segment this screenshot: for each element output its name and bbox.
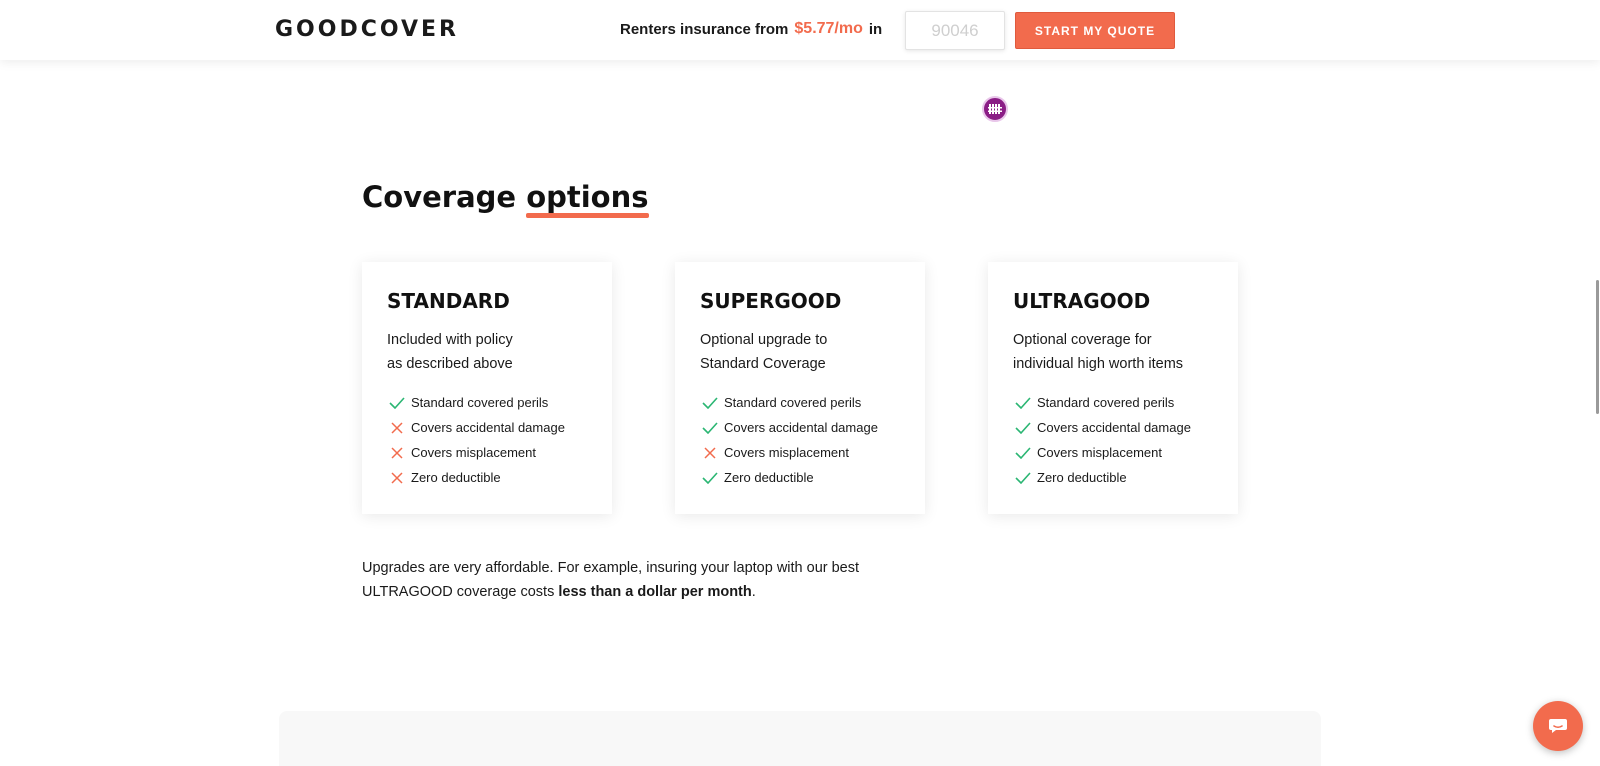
chat-icon [1549,719,1567,733]
coverage-card-supergood: SUPERGOOD Optional upgrade to Standard C… [675,262,925,514]
feature-label: Zero deductible [411,470,501,485]
next-section-panel [279,711,1321,766]
upgrade-note: Upgrades are very affordable. For exampl… [362,556,922,604]
card-desc-line: Optional coverage for [1013,332,1152,348]
promo-in: in [868,20,883,38]
note-line2-bold: less than a dollar per month [558,584,752,600]
feature-item: Covers accidental damage [1013,415,1191,440]
cross-icon [387,420,407,436]
feature-item: Covers misplacement [700,440,878,465]
section-title-main: Coverage [362,180,517,214]
feature-item: Covers accidental damage [700,415,878,440]
feature-list: Standard covered perils Covers accidental… [700,390,878,490]
fence-icon-glyph [988,104,1002,114]
check-icon [1013,395,1033,411]
feature-label: Covers accidental damage [411,420,565,435]
cross-icon [387,445,407,461]
card-title: SUPERGOOD [700,289,842,313]
cross-icon [387,470,407,486]
check-icon [1013,420,1033,436]
feature-label: Zero deductible [1037,470,1127,485]
feature-label: Zero deductible [724,470,814,485]
feature-item: Covers accidental damage [387,415,565,440]
scrollbar-thumb[interactable] [1596,280,1599,414]
fence-icon[interactable] [982,96,1008,122]
feature-item: Standard covered perils [1013,390,1191,415]
feature-item: Zero deductible [700,465,878,490]
feature-label: Standard covered perils [1037,395,1175,410]
card-desc-line: individual high worth items [1013,356,1184,372]
note-line2-suffix: . [751,584,756,600]
section-title: Coverage options [362,180,649,218]
feature-item: Standard covered perils [387,390,565,415]
check-icon [700,395,720,411]
feature-item: Zero deductible [387,465,565,490]
note-line2-prefix: ULTRAGOOD coverage costs [362,584,559,600]
check-icon [387,395,407,411]
card-desc-line: as described above [387,356,513,372]
feature-label: Covers misplacement [724,445,849,460]
coverage-card-ultragood: ULTRAGOOD Optional coverage for individu… [988,262,1238,514]
card-description: Included with policy as described above [387,328,597,376]
feature-label: Covers accidental damage [1037,420,1191,435]
feature-item: Zero deductible [1013,465,1191,490]
chat-button[interactable] [1533,701,1583,751]
goodcover-logo[interactable]: GOODCOVER [275,17,459,42]
card-desc-line: Included with policy [387,332,513,348]
feature-item: Covers misplacement [387,440,565,465]
feature-list: Standard covered perils Covers accidental… [1013,390,1191,490]
promo-price: $5.77/mo [794,20,863,37]
start-quote-button[interactable]: START MY QUOTE [1015,12,1175,49]
section-title-accent: options [526,180,649,218]
feature-label: Covers misplacement [411,445,536,460]
card-desc-line: Optional upgrade to [700,332,828,348]
feature-label: Standard covered perils [411,395,549,410]
cross-icon [700,445,720,461]
feature-label: Standard covered perils [724,395,862,410]
site-header: GOODCOVER Renters insurance from $5.77/m… [0,0,1600,60]
check-icon [1013,445,1033,461]
card-description: Optional upgrade to Standard Coverage [700,328,910,376]
promo-text: Renters insurance from $5.77/mo in [620,20,882,38]
feature-label: Covers misplacement [1037,445,1162,460]
card-description: Optional coverage for individual high wo… [1013,328,1223,376]
card-title: STANDARD [387,289,510,313]
card-desc-line: Standard Coverage [700,356,826,372]
card-title: ULTRAGOOD [1013,289,1151,313]
check-icon [700,420,720,436]
check-icon [1013,470,1033,486]
feature-item: Standard covered perils [700,390,878,415]
zip-code-input[interactable] [905,11,1005,50]
feature-label: Covers accidental damage [724,420,878,435]
feature-list: Standard covered perils Covers accidental… [387,390,565,490]
scrollbar[interactable] [1594,0,1600,766]
promo-prefix: Renters insurance from [620,20,789,38]
feature-item: Covers misplacement [1013,440,1191,465]
check-icon [700,470,720,486]
coverage-card-standard: STANDARD Included with policy as describ… [362,262,612,514]
note-line1: Upgrades are very affordable. For exampl… [362,560,860,576]
